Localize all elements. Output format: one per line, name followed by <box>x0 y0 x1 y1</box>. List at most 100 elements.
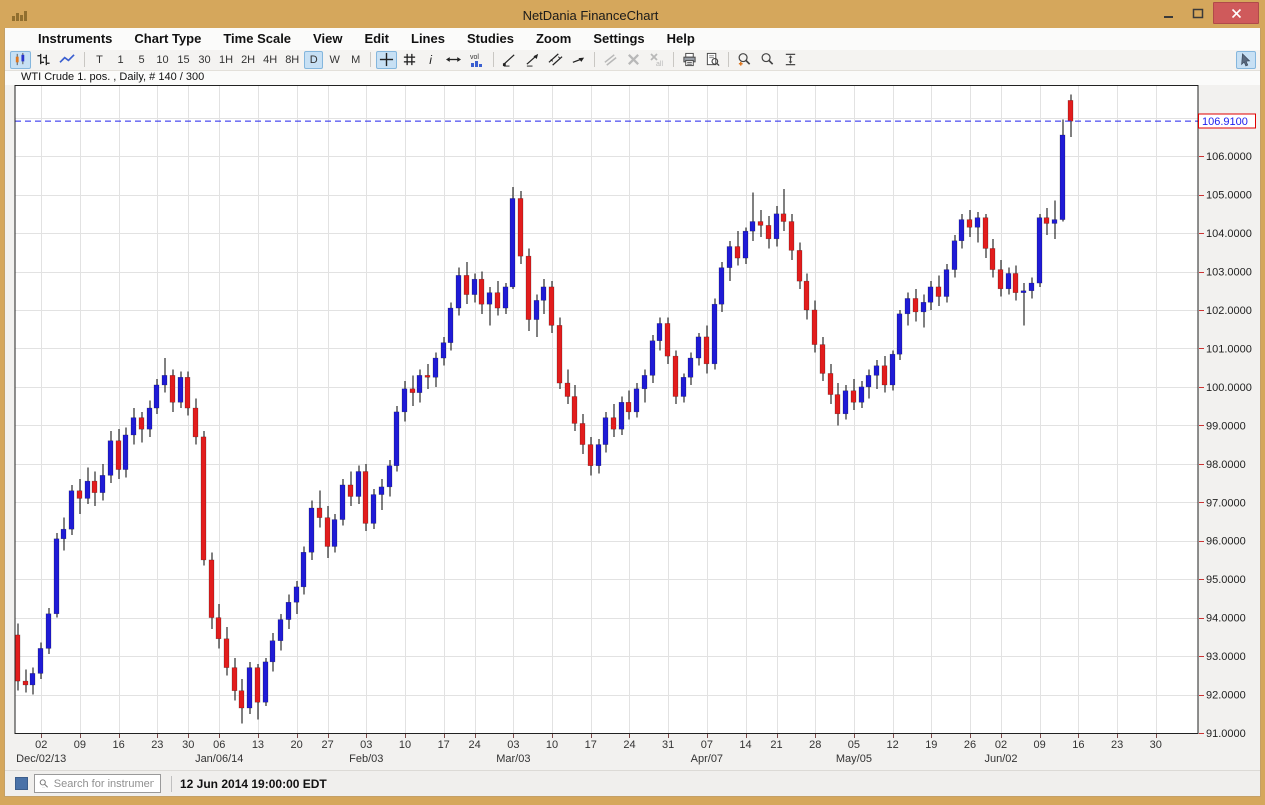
menu-item-zoom[interactable]: Zoom <box>525 31 582 46</box>
date-axis-label: 19 <box>925 739 937 751</box>
trend-ray-button[interactable] <box>522 51 543 69</box>
zoom-out-button[interactable] <box>757 51 778 69</box>
close-button[interactable] <box>1213 2 1259 24</box>
fit-vertical-button[interactable] <box>780 51 801 69</box>
candle <box>572 396 577 423</box>
menu-item-view[interactable]: View <box>302 31 353 46</box>
toolbar-separator <box>493 52 494 67</box>
candle <box>998 270 1003 289</box>
toolbar-separator <box>84 52 85 67</box>
timeframe-30-button[interactable]: 30 <box>195 51 214 69</box>
candle <box>665 323 670 356</box>
candle <box>224 639 229 668</box>
timeframe-t-button[interactable]: T <box>90 51 109 69</box>
minimize-icon <box>1163 8 1174 19</box>
info-button[interactable]: i <box>422 51 441 69</box>
maximize-button[interactable] <box>1183 2 1213 24</box>
trend-line-icon <box>502 52 517 67</box>
candle <box>325 518 330 547</box>
search-input[interactable] <box>52 777 156 791</box>
timeframe-2h-button[interactable]: 2H <box>238 51 258 69</box>
minimize-button[interactable] <box>1153 2 1183 24</box>
candle <box>301 552 306 587</box>
candle <box>61 529 66 539</box>
menu-item-help[interactable]: Help <box>656 31 706 46</box>
price-axis-label: 99.0000 <box>1206 420 1246 432</box>
timeframe-5-button[interactable]: 5 <box>132 51 151 69</box>
menu-item-chart-type[interactable]: Chart Type <box>123 31 212 46</box>
svg-text:all: all <box>656 61 663 68</box>
candle <box>611 418 616 430</box>
menu-item-settings[interactable]: Settings <box>582 31 655 46</box>
candle <box>487 293 492 305</box>
zoom-in-button[interactable] <box>734 51 755 69</box>
line-chart-button[interactable] <box>56 51 79 69</box>
instrument-search[interactable]: ... <box>34 774 161 793</box>
month-axis-label: Jun/02 <box>984 753 1017 765</box>
candle <box>162 375 167 385</box>
candle <box>928 287 933 302</box>
crosshair-button[interactable] <box>376 51 397 69</box>
date-axis-label: 30 <box>1150 739 1162 751</box>
grid-button[interactable] <box>399 51 420 69</box>
date-axis-label: 16 <box>112 739 124 751</box>
candle <box>735 246 740 258</box>
price-axis-label: 100.0000 <box>1206 382 1252 394</box>
horizontal-expand-button[interactable] <box>443 51 464 69</box>
candle <box>441 343 446 358</box>
connection-status-icon <box>15 777 28 790</box>
menu-item-instruments[interactable]: Instruments <box>27 31 123 46</box>
candle <box>758 221 763 225</box>
timeframe-m-button[interactable]: M <box>346 51 365 69</box>
candle <box>1068 100 1073 121</box>
candle <box>340 485 345 520</box>
menu-item-lines[interactable]: Lines <box>400 31 456 46</box>
month-axis-label: Apr/07 <box>691 753 723 765</box>
menu-item-time-scale[interactable]: Time Scale <box>212 31 302 46</box>
draw-arrow-button[interactable] <box>568 51 589 69</box>
delete-all-lines-button[interactable]: all <box>646 51 668 69</box>
parallel-channel-button[interactable] <box>545 51 566 69</box>
timeframe-4h-button[interactable]: 4H <box>260 51 280 69</box>
pointer-tool-button[interactable] <box>1236 51 1256 69</box>
ohlc-bars-button[interactable] <box>33 51 54 69</box>
maximize-icon <box>1192 8 1204 19</box>
chart-region[interactable]: 107.0000106.0000105.0000104.0000103.0000… <box>5 85 1260 770</box>
price-axis-label: 98.0000 <box>1206 459 1246 471</box>
timeframe-1-button[interactable]: 1 <box>111 51 130 69</box>
timeframe-d-button[interactable]: D <box>304 51 323 69</box>
candle <box>131 418 136 435</box>
candle <box>348 485 353 497</box>
candlestick-chart-button[interactable] <box>10 51 31 69</box>
print-preview-button[interactable] <box>702 51 723 69</box>
month-axis-label: Feb/03 <box>349 753 383 765</box>
price-axis-label: 92.0000 <box>1206 689 1246 701</box>
candle <box>170 375 175 402</box>
svg-text:...: ... <box>42 785 45 789</box>
candle <box>201 437 206 560</box>
date-axis-label: 10 <box>546 739 558 751</box>
date-axis-label: 10 <box>399 739 411 751</box>
timeframe-w-button[interactable]: W <box>325 51 344 69</box>
timeframe-10-button[interactable]: 10 <box>153 51 172 69</box>
chart-plot-area[interactable] <box>15 85 1198 733</box>
timeframe-15-button[interactable]: 15 <box>174 51 193 69</box>
date-axis-label: 09 <box>74 739 86 751</box>
candle <box>456 275 461 308</box>
date-axis-label: 13 <box>252 739 264 751</box>
delete-line-button[interactable] <box>623 51 644 69</box>
date-axis-label: 14 <box>739 739 751 751</box>
timeframe-8h-button[interactable]: 8H <box>282 51 302 69</box>
parallel-lines-button[interactable] <box>600 51 621 69</box>
volume-button[interactable]: vol <box>466 51 488 69</box>
timeframe-1h-button[interactable]: 1H <box>216 51 236 69</box>
candle <box>657 323 662 340</box>
menu-item-studies[interactable]: Studies <box>456 31 525 46</box>
print-button[interactable] <box>679 51 700 69</box>
menu-item-edit[interactable]: Edit <box>353 31 400 46</box>
date-axis-label: 17 <box>438 739 450 751</box>
candle <box>866 375 871 387</box>
candle <box>209 560 214 618</box>
candle <box>38 648 43 673</box>
trend-line-button[interactable] <box>499 51 520 69</box>
